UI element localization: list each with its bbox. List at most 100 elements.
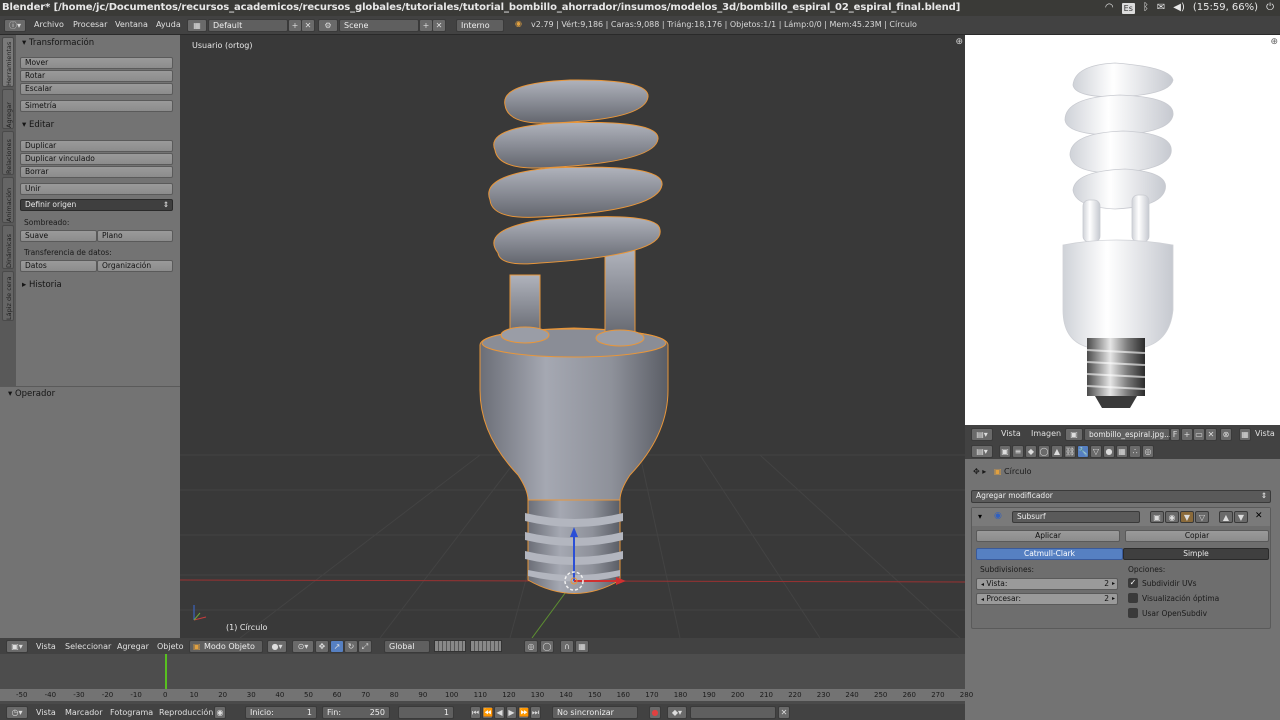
- keyboard-language[interactable]: Es: [1121, 2, 1135, 14]
- jump-end-icon[interactable]: ⏭: [530, 706, 541, 719]
- rotate-icon[interactable]: ↻: [344, 640, 358, 653]
- prev-keyframe-icon[interactable]: ⏪: [482, 706, 493, 719]
- image-name-field[interactable]: bombillo_espiral.jpg...: [1084, 428, 1171, 441]
- preview-range-icon[interactable]: ◉: [214, 706, 226, 719]
- remove-keyframe-icon[interactable]: ✕: [778, 706, 790, 719]
- sync-select[interactable]: No sincronizar: [552, 706, 638, 719]
- apply-button[interactable]: Aplicar: [976, 530, 1120, 542]
- translate-icon[interactable]: ↗: [330, 640, 344, 653]
- image-editor-type-icon[interactable]: ▤▾: [971, 428, 993, 441]
- remove-scene-icon[interactable]: ✕: [432, 19, 446, 32]
- menu-procesar[interactable]: Procesar: [73, 20, 107, 29]
- open-image-icon[interactable]: ▭: [1193, 428, 1205, 441]
- particles-tab-icon[interactable]: ∴: [1129, 445, 1141, 458]
- optimal-display-checkbox[interactable]: [1128, 593, 1138, 603]
- show-render-icon[interactable]: ▣: [1150, 511, 1164, 523]
- mirror-button[interactable]: Simetría: [20, 100, 173, 112]
- duplicate-button[interactable]: Duplicar: [20, 140, 173, 152]
- menu-ayuda[interactable]: Ayuda: [156, 20, 181, 29]
- layers-tab-icon[interactable]: ≡: [1012, 445, 1024, 458]
- current-frame-field[interactable]: 1: [398, 706, 454, 719]
- copy-button[interactable]: Copiar: [1125, 530, 1269, 542]
- keying-set-icon[interactable]: ◆▾: [667, 706, 687, 719]
- timeline[interactable]: -50 -40 -30 -20 -10 0 10 20 30 40 50 60 70 80 90 100 110…: [0, 654, 973, 704]
- show-editmode-icon[interactable]: ▼: [1180, 511, 1194, 523]
- show-cage-icon[interactable]: ▽: [1195, 511, 1209, 523]
- screen-layout-field[interactable]: Default: [208, 19, 288, 32]
- move-down-icon[interactable]: ▼: [1234, 511, 1248, 523]
- history-panel-header[interactable]: ▸ Historia: [22, 280, 62, 290]
- subdivide-uvs-checkbox[interactable]: ✓: [1128, 578, 1138, 588]
- view-levels-field[interactable]: ◂ Vista: 2 ▸: [976, 578, 1118, 590]
- remove-modifier-icon[interactable]: ✕: [1255, 511, 1263, 521]
- volume-icon[interactable]: ◀): [1173, 0, 1185, 16]
- tab-tools[interactable]: Herramientas: [2, 37, 14, 87]
- fake-user-button[interactable]: F: [1170, 428, 1180, 441]
- add-scene-icon[interactable]: +: [419, 19, 433, 32]
- duplicate-linked-button[interactable]: Duplicar vinculado: [20, 153, 173, 165]
- render-levels-field[interactable]: ◂ Procesar: 2 ▸: [976, 593, 1118, 605]
- 3d-editor-type-icon[interactable]: ▣▾: [6, 640, 28, 653]
- scene-field[interactable]: Scene: [339, 19, 419, 32]
- scale-icon[interactable]: ⤢: [358, 640, 372, 653]
- operator-panel-header[interactable]: ▾ Operador: [8, 389, 55, 399]
- add-modifier-dropdown[interactable]: Agregar modificador ⇕: [971, 490, 1271, 503]
- timeline-editor-type-icon[interactable]: ◷▾: [6, 706, 28, 719]
- delete-button[interactable]: Borrar: [20, 166, 173, 178]
- layout-button[interactable]: Organización: [97, 260, 173, 272]
- render-only-icon[interactable]: ◎: [524, 640, 538, 653]
- modifier-name-field[interactable]: Subsurf: [1012, 511, 1140, 523]
- image-menu-imagen[interactable]: Imagen: [1031, 429, 1061, 438]
- physics-tab-icon[interactable]: ◎: [1142, 445, 1154, 458]
- tab-animation[interactable]: Animación: [2, 177, 14, 223]
- end-frame-field[interactable]: Fin: 250: [322, 706, 390, 719]
- material-tab-icon[interactable]: ●: [1103, 445, 1115, 458]
- decrement-icon[interactable]: ◂: [981, 596, 984, 603]
- view3d-menu-objeto[interactable]: Objeto: [157, 642, 184, 651]
- manipulator-toggle-icon[interactable]: ✥: [315, 640, 329, 653]
- transform-panel-header[interactable]: ▾ Transformación: [22, 38, 94, 48]
- next-keyframe-icon[interactable]: ⏩: [518, 706, 529, 719]
- scene-icon[interactable]: ⚙: [318, 19, 338, 32]
- current-frame-marker[interactable]: [165, 654, 167, 689]
- tab-relations[interactable]: Relaciones: [2, 131, 14, 175]
- pivot-icon[interactable]: ⊙▾: [292, 640, 314, 653]
- image-view-label[interactable]: Vista: [1255, 429, 1275, 438]
- tab-physics[interactable]: Dinámicas: [2, 225, 14, 269]
- render-engine-select[interactable]: Interno: [456, 19, 504, 32]
- object-tab-icon[interactable]: ▲: [1051, 445, 1063, 458]
- mode-select[interactable]: ▣ Modo Objeto: [189, 640, 263, 653]
- opensubdiv-checkbox[interactable]: [1128, 608, 1138, 618]
- image-editor[interactable]: ⊕: [965, 35, 1280, 425]
- simple-button[interactable]: Simple: [1123, 548, 1269, 560]
- play-icon[interactable]: ▶: [506, 706, 517, 719]
- join-button[interactable]: Unir: [20, 183, 173, 195]
- scene-tab-icon[interactable]: ◆: [1025, 445, 1037, 458]
- image-browse-icon[interactable]: ▣: [1065, 428, 1083, 441]
- view3d-menu-vista[interactable]: Vista: [36, 642, 56, 651]
- bluetooth-icon[interactable]: ᛒ: [1143, 0, 1149, 16]
- timeline-menu-reproduccion[interactable]: Reproducción: [159, 708, 213, 717]
- flat-button[interactable]: Plano: [97, 230, 173, 242]
- set-origin-dropdown[interactable]: Definir origen ⇕: [20, 199, 173, 211]
- constraints-tab-icon[interactable]: ⛓: [1064, 445, 1076, 458]
- timeline-menu-fotograma[interactable]: Fotograma: [110, 708, 153, 717]
- data-button[interactable]: Datos: [20, 260, 97, 272]
- menu-archivo[interactable]: Archivo: [34, 20, 64, 29]
- start-frame-field[interactable]: Inicio: 1: [245, 706, 317, 719]
- orientation-select[interactable]: Global: [384, 640, 430, 653]
- 3d-viewport[interactable]: Usuario (ortog) (1) Círculo ⊕: [180, 35, 965, 638]
- view3d-menu-agregar[interactable]: Agregar: [117, 642, 149, 651]
- modifiers-tab-icon[interactable]: 🔧: [1077, 445, 1089, 458]
- view-mode-icon[interactable]: ▦: [1239, 428, 1251, 441]
- tab-create[interactable]: Agregar: [2, 89, 14, 129]
- snap-target-icon[interactable]: ▦: [575, 640, 589, 653]
- wifi-icon[interactable]: ◠: [1105, 0, 1114, 16]
- properties-type-icon[interactable]: ▤▾: [971, 445, 993, 458]
- pin-icon[interactable]: ⊗: [1220, 428, 1232, 441]
- keying-set-field[interactable]: [690, 706, 776, 719]
- timeline-menu-marcador[interactable]: Marcador: [65, 708, 102, 717]
- timeline-track[interactable]: [0, 654, 965, 689]
- power-icon[interactable]: ⏻: [1266, 0, 1274, 16]
- unlink-image-icon[interactable]: ✕: [1205, 428, 1217, 441]
